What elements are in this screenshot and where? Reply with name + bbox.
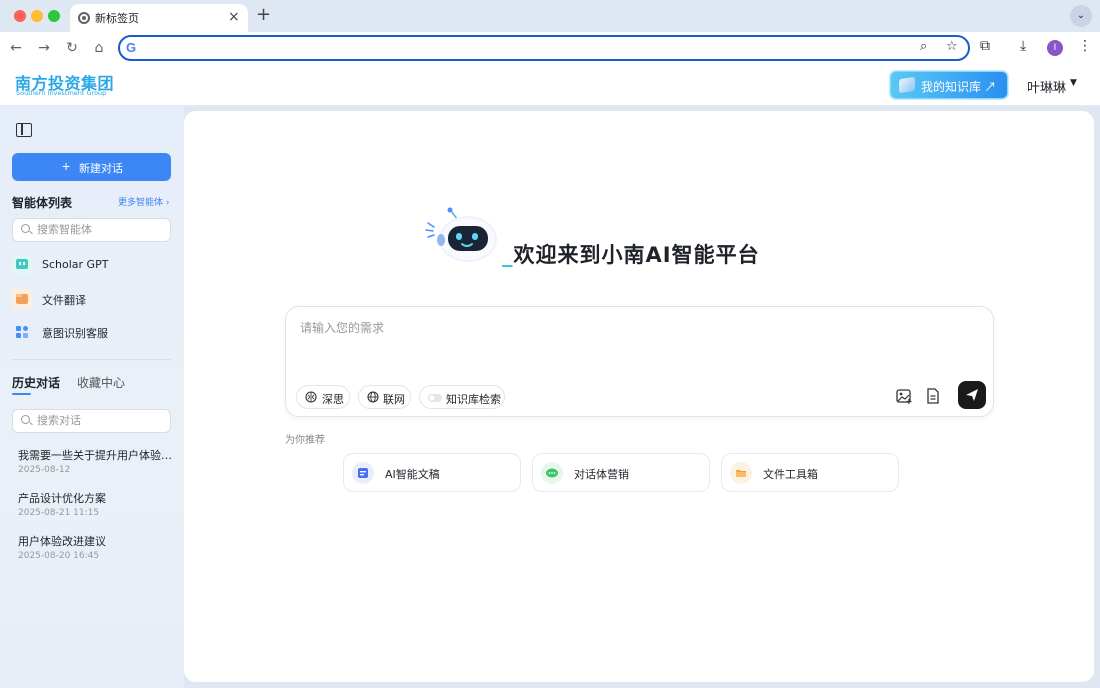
recommend-label: 对话体营销 [574, 468, 629, 481]
address-input[interactable] [146, 39, 906, 57]
history-title: 我需要一些关于提升用户体验的建议 [18, 449, 173, 462]
send-button[interactable] [958, 381, 986, 409]
history-date: 2025-08-21 11:15 [18, 508, 100, 518]
extensions-icon[interactable]: ⧉ [980, 38, 990, 54]
agent-item-intent-service[interactable]: 意图识别客服 [12, 319, 171, 345]
more-agents-link[interactable]: 更多智能体 › [118, 195, 169, 208]
grid-icon [12, 322, 32, 342]
agent-label: 文件翻译 [42, 294, 86, 307]
deep-think-label: 深思 [322, 393, 344, 406]
home-icon[interactable]: ⌂ [89, 38, 109, 58]
chrome-favicon-icon [78, 12, 90, 24]
agents-title: 智能体列表 [12, 196, 73, 210]
file-upload-icon[interactable] [923, 386, 943, 406]
deep-think-chip[interactable]: 深思 [296, 385, 350, 409]
active-tab-indicator [12, 393, 31, 395]
recommend-label: 文件工具箱 [763, 468, 818, 481]
window-maximize-icon[interactable] [48, 10, 60, 22]
history-date: 2025-08-12 [18, 465, 71, 475]
kb-search-toggle[interactable] [428, 394, 442, 402]
recommend-card-ai-writing[interactable]: AI智能文稿 [343, 453, 521, 492]
document-icon [352, 462, 374, 484]
recommend-label: 为你推荐 [285, 435, 325, 446]
tab-history[interactable]: 历史对话 [12, 374, 60, 391]
chat-icon [12, 255, 32, 275]
back-arrow-icon[interactable]: ← [6, 38, 26, 58]
tab-title: 新标签页 [95, 12, 139, 25]
send-plane-icon [966, 389, 978, 401]
google-icon: G [126, 40, 137, 55]
history-search[interactable] [12, 409, 171, 433]
my-knowledge-base-button[interactable]: 我的知识库 ↗ [890, 71, 1008, 99]
window-close-icon[interactable] [14, 10, 26, 22]
agent-item-file-translate[interactable]: 文件翻译 [12, 286, 171, 312]
agent-search[interactable] [12, 218, 171, 242]
brain-icon [305, 391, 317, 403]
download-icon[interactable]: ⤓ [1020, 38, 1026, 54]
chat-composer: 深思 联网 知识库检索 [285, 306, 994, 417]
toggle-knob [429, 395, 435, 401]
agent-item-scholar-gpt[interactable]: Scholar GPT [12, 252, 171, 278]
bookmark-star-icon[interactable]: ☆ [946, 39, 958, 54]
browser-toolbar: ← → ↻ ⌂ G ⌕ ☆ ⧉ ⤓ ⋮ [0, 32, 1100, 64]
zoom-icon[interactable]: ⌕ [920, 39, 927, 54]
agent-label: Scholar GPT [42, 258, 109, 271]
logo-subtitle: Southern Investment Group [16, 89, 107, 97]
recommend-card-file-toolbox[interactable]: 文件工具箱 [721, 453, 899, 492]
kb-search-chip[interactable]: 知识库检索 [419, 385, 505, 409]
cube-icon [899, 76, 915, 94]
history-date: 2025-08-20 16:45 [18, 551, 100, 561]
welcome-cursor: _ [502, 243, 514, 267]
sidebar: + 新建对话 智能体列表 更多智能体 › Scholar GPT 文件翻译 意图… [0, 106, 184, 688]
reload-icon[interactable]: ↻ [62, 38, 82, 58]
new-chat-label: 新建对话 [79, 163, 123, 175]
agent-search-input[interactable] [37, 222, 165, 238]
new-tab-button[interactable]: + [256, 5, 271, 25]
message-icon [541, 462, 563, 484]
app-header: 南方投资集团 Southern Investment Group 我的知识库 ↗… [0, 64, 1100, 106]
image-upload-icon[interactable] [894, 386, 914, 406]
web-search-chip[interactable]: 联网 [358, 385, 411, 409]
divider [12, 359, 171, 360]
recommend-label: AI智能文稿 [385, 468, 440, 481]
kb-search-label: 知识库检索 [446, 393, 501, 406]
history-search-input[interactable] [37, 413, 165, 429]
plus-icon: + [62, 158, 71, 174]
browser-menu-icon[interactable]: ⋮ [1078, 38, 1092, 54]
new-chat-button[interactable]: + 新建对话 [12, 153, 171, 181]
caret-down-icon[interactable]: ▼ [1070, 78, 1077, 88]
tab-search-chevron-icon[interactable]: ⌄ [1070, 5, 1092, 27]
tab-favorites[interactable]: 收藏中心 [77, 374, 125, 391]
main-panel: _欢迎来到小南AI智能平台 深思 联网 知识库检索 为你推荐 [184, 111, 1094, 682]
browser-tab[interactable]: 新标签页 × [70, 4, 248, 32]
globe-icon [367, 391, 379, 403]
tab-close-icon[interactable]: × [228, 8, 240, 26]
robot-mascot-icon [425, 207, 497, 262]
history-title: 用户体验改进建议 [18, 535, 106, 548]
forward-arrow-icon[interactable]: → [34, 38, 54, 58]
agent-label: 意图识别客服 [42, 327, 108, 340]
welcome-text: 欢迎来到小南AI智能平台 [513, 243, 760, 267]
knowledge-base-label: 我的知识库 ↗ [921, 80, 997, 94]
search-icon [21, 224, 30, 233]
profile-avatar[interactable]: I [1047, 40, 1063, 56]
user-name[interactable]: 叶琳琳 [1027, 77, 1066, 96]
web-search-label: 联网 [383, 393, 405, 406]
window-minimize-icon[interactable] [31, 10, 43, 22]
sidebar-toggle-icon[interactable] [16, 123, 32, 137]
browser-tab-bar: 新标签页 × + ⌄ [0, 0, 1100, 32]
prompt-input[interactable] [300, 319, 960, 369]
search-icon [21, 415, 30, 424]
welcome-heading: _欢迎来到小南AI智能平台 [502, 239, 760, 269]
history-title: 产品设计优化方案 [18, 492, 106, 505]
recommend-card-chat-marketing[interactable]: 对话体营销 [532, 453, 710, 492]
folder-icon [730, 462, 752, 484]
folder-icon [12, 289, 32, 309]
address-bar[interactable]: G ⌕ ☆ [118, 35, 970, 61]
